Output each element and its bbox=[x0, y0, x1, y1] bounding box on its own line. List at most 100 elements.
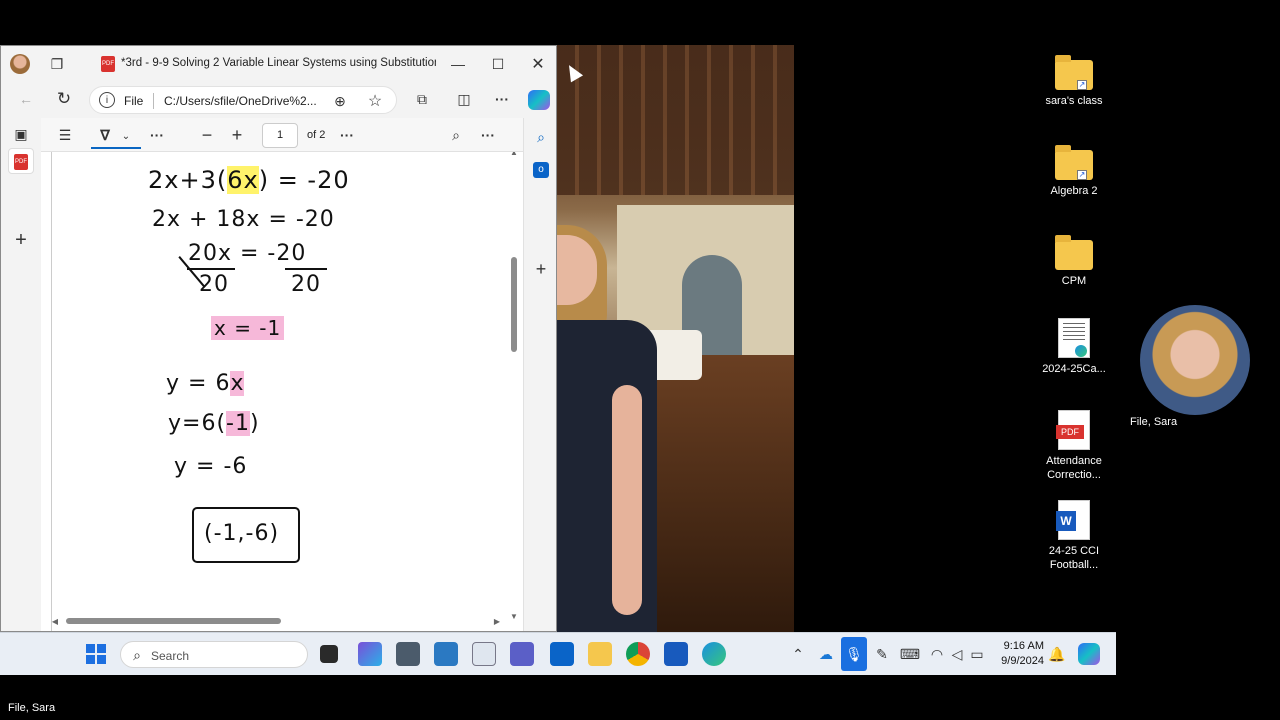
file-explorer-icon[interactable] bbox=[588, 642, 612, 666]
copilot-icon[interactable] bbox=[528, 90, 550, 110]
minimize-icon[interactable]: — bbox=[448, 54, 468, 74]
edge-taskbar-icon[interactable] bbox=[702, 642, 726, 666]
battery-icon[interactable]: ▭ bbox=[968, 644, 986, 664]
zoom-out-icon[interactable]: − bbox=[197, 125, 217, 145]
pdf-toolbar: ☰ ∇ ⌄ ··· − + 1 of 2 ··· ⌕ ··· bbox=[41, 118, 523, 152]
taskbar: ⌕ Search ⌃ ☁ 🎙 ✎ ⌨ ◠ ◁ ▭ 9:16 AM 9/9/202… bbox=[0, 632, 1116, 675]
info-icon: i bbox=[99, 92, 115, 108]
shortcut-arrow-icon: ↗ bbox=[1077, 80, 1087, 90]
word-taskbar-icon[interactable] bbox=[664, 642, 688, 666]
outlook-taskbar-icon[interactable] bbox=[550, 642, 574, 666]
equation-line-3: 20x = -20 bbox=[188, 241, 307, 266]
contents-icon[interactable]: ☰ bbox=[55, 125, 75, 145]
scroll-down-icon[interactable]: ▼ bbox=[507, 610, 521, 622]
app-icon-3[interactable] bbox=[434, 642, 458, 666]
onedrive-icon[interactable]: ☁ bbox=[816, 644, 836, 664]
add-sidebar-icon[interactable]: + bbox=[530, 258, 552, 280]
pdf-document-view[interactable]: 2x+3(6x) = -20 2x + 18x = -20 20x = -20 … bbox=[41, 152, 523, 631]
extensions-icon[interactable]: ⧉ bbox=[411, 88, 433, 110]
zoom-icon[interactable]: ⊕ bbox=[330, 91, 350, 111]
shortcut-arrow-icon: ↗ bbox=[1077, 170, 1087, 180]
y-line-2-end: ) bbox=[249, 411, 260, 436]
app-icon-4[interactable] bbox=[472, 642, 496, 666]
pdf-tab-button[interactable]: PDF bbox=[8, 148, 34, 174]
webcam-video bbox=[1140, 305, 1250, 415]
search-placeholder: Search bbox=[151, 649, 190, 663]
task-view-icon[interactable] bbox=[320, 645, 338, 663]
favorite-star-icon[interactable]: ☆ bbox=[365, 91, 385, 111]
split-screen-icon[interactable]: ◫ bbox=[453, 88, 475, 110]
page-left-edge bbox=[51, 152, 52, 631]
search-icon[interactable]: ⌕ bbox=[530, 126, 552, 148]
desktop-icon-label: sara's class bbox=[1045, 95, 1103, 107]
desktop-icon-attendance-pdf[interactable]: PDF Attendance Correctio... bbox=[1034, 410, 1114, 482]
page-number-input[interactable]: 1 bbox=[262, 123, 298, 148]
participant-name: File, Sara bbox=[8, 702, 56, 714]
teams-icon[interactable] bbox=[510, 642, 534, 666]
new-tab-icon[interactable]: + bbox=[11, 229, 31, 251]
edge-sidebar: ⌕ o + ⚙ bbox=[523, 118, 556, 631]
pdf-tab-icon: PDF bbox=[101, 56, 115, 72]
desktop-icon-calendar-doc[interactable]: 2024-25Ca... bbox=[1034, 318, 1114, 376]
more-page-options-icon[interactable]: ··· bbox=[337, 125, 357, 145]
pdf-file-icon: PDF bbox=[1056, 410, 1090, 450]
wifi-icon[interactable]: ◠ bbox=[928, 644, 946, 664]
answer-text: (-1,-6) bbox=[204, 521, 280, 546]
more-options-icon[interactable]: ··· bbox=[491, 88, 513, 110]
highlight-6x: 6x bbox=[227, 166, 259, 194]
y-line-1: y = 6x bbox=[166, 371, 245, 396]
address-bar-row: ← ↻ i File C:/Users/sfile/OneDrive%2... … bbox=[1, 82, 556, 118]
pdf-more-icon[interactable]: ··· bbox=[478, 125, 498, 145]
chrome-icon[interactable] bbox=[626, 642, 650, 666]
chevron-up-icon[interactable]: ⌃ bbox=[788, 644, 808, 664]
desktop-icon-label: Algebra 2 bbox=[1050, 185, 1098, 197]
scroll-left-icon[interactable]: ◀ bbox=[49, 615, 61, 627]
snipping-tool-icon[interactable] bbox=[358, 642, 382, 666]
edge-badge-icon bbox=[1075, 345, 1087, 357]
webcam-name: File, Sara bbox=[1130, 416, 1178, 428]
notification-icon[interactable]: 🔔 bbox=[1048, 644, 1066, 664]
address-field[interactable]: i File C:/Users/sfile/OneDrive%2... ⊕ ☆ bbox=[89, 86, 397, 114]
horizontal-scrollbar[interactable] bbox=[66, 618, 281, 624]
refresh-icon[interactable]: ↻ bbox=[53, 88, 75, 110]
system-clock[interactable]: 9:16 AM 9/9/2024 bbox=[1001, 639, 1044, 669]
more-tools-icon[interactable]: ··· bbox=[147, 125, 167, 145]
copilot-taskbar-icon[interactable] bbox=[1078, 643, 1100, 665]
clock-date: 9/9/2024 bbox=[1001, 655, 1044, 667]
photo-ceiling bbox=[557, 45, 794, 195]
desktop-icon-algebra-2[interactable]: ↗ Algebra 2 bbox=[1034, 145, 1114, 198]
draw-tool-button[interactable]: ∇ ⌄ bbox=[91, 122, 141, 149]
scroll-up-icon[interactable]: ▲ bbox=[507, 152, 521, 158]
desktop-icon-label: 24-25 CCI Football... bbox=[1048, 545, 1100, 571]
start-icon[interactable] bbox=[86, 644, 106, 664]
vertical-scrollbar[interactable] bbox=[511, 257, 517, 352]
desktop-icon-label: CPM bbox=[1061, 275, 1087, 287]
keyboard-icon[interactable]: ⌨ bbox=[900, 644, 920, 664]
zoom-in-icon[interactable]: + bbox=[227, 125, 247, 145]
tab-actions-icon[interactable]: ▣ bbox=[11, 124, 31, 144]
maximize-icon[interactable]: ☐ bbox=[488, 54, 508, 74]
desktop-icon-saras-class[interactable]: ↗ sara's class bbox=[1034, 55, 1114, 108]
volume-icon[interactable]: ◁ bbox=[948, 644, 966, 664]
workspaces-icon[interactable]: ❐ bbox=[47, 54, 67, 74]
tab-title[interactable]: *3rd - 9-9 Solving 2 Variable Linear Sys… bbox=[121, 57, 436, 69]
desktop-icon-label: Attendance Correctio... bbox=[1046, 455, 1102, 481]
scroll-right-icon[interactable]: ▶ bbox=[491, 615, 503, 627]
back-icon[interactable]: ← bbox=[15, 88, 37, 110]
find-icon[interactable]: ⌕ bbox=[446, 125, 466, 145]
app-icon-2[interactable] bbox=[396, 642, 420, 666]
vertical-tabs-sidebar: ▣ PDF + bbox=[1, 118, 41, 631]
outlook-icon[interactable]: o bbox=[533, 162, 549, 178]
taskbar-search-box[interactable]: ⌕ Search bbox=[120, 641, 308, 668]
desktop-icon-label: 2024-25Ca... bbox=[1042, 363, 1106, 375]
denominator-right: 20 bbox=[291, 272, 321, 297]
background-photo bbox=[557, 45, 794, 632]
microphone-icon[interactable]: 🎙 bbox=[841, 637, 867, 671]
pen-icon[interactable]: ✎ bbox=[872, 644, 892, 664]
close-icon[interactable]: ✕ bbox=[528, 54, 548, 74]
page-total: of 2 bbox=[307, 129, 326, 141]
profile-avatar[interactable] bbox=[10, 54, 30, 74]
desktop-icon-cpm[interactable]: CPM bbox=[1034, 235, 1114, 288]
desktop-icon-football-doc[interactable]: W 24-25 CCI Football... bbox=[1034, 500, 1114, 572]
title-bar: ❐ PDF *3rd - 9-9 Solving 2 Variable Line… bbox=[1, 46, 556, 82]
